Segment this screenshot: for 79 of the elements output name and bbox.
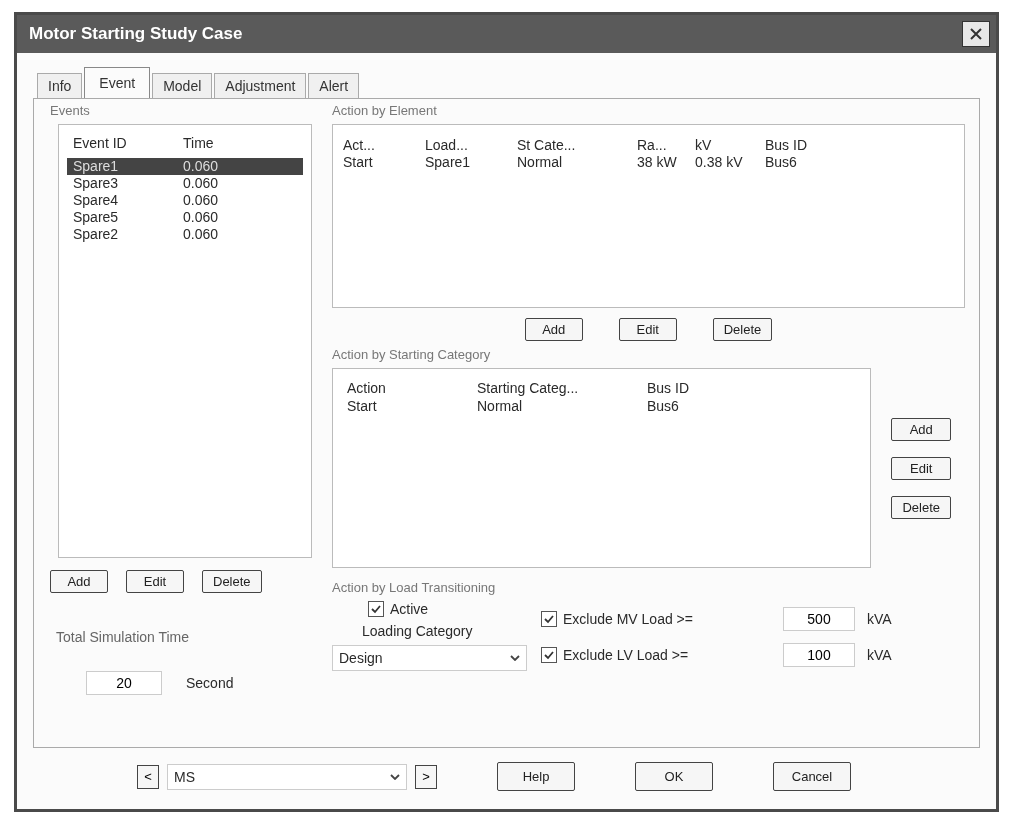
table-cell-text: Start xyxy=(343,154,374,171)
table-cell-text: Start xyxy=(347,397,378,415)
table-cell-text: Bus6 xyxy=(647,397,680,415)
add-button[interactable]: Add xyxy=(891,417,951,441)
column-header[interactable]: kV xyxy=(695,137,765,154)
checkbox[interactable] xyxy=(541,647,557,663)
column-header[interactable]: Event ID xyxy=(73,135,183,152)
simulation-time-field[interactable]: 20 xyxy=(86,671,162,695)
field-label: Total Simulation Time xyxy=(56,629,191,645)
column-header[interactable]: Starting Categ... xyxy=(477,379,647,397)
tab[interactable]: Info xyxy=(37,73,83,98)
table-cell-text: 38 kW xyxy=(637,154,678,171)
field-label: Loading Category xyxy=(361,623,474,639)
previous-button[interactable]: < xyxy=(137,764,159,789)
caret-icon xyxy=(390,773,400,780)
delete-button[interactable]: Delete xyxy=(712,318,773,341)
load-limit-field[interactable]: 500 xyxy=(783,607,855,631)
ok-button[interactable]: OK xyxy=(635,762,713,791)
column-header[interactable]: Load... xyxy=(425,137,517,154)
table-cell-text: Spare2 xyxy=(73,226,120,243)
group-label: Action by Load Transitioning xyxy=(332,580,497,595)
group-label: Action by Element xyxy=(332,103,438,118)
tab[interactable]: Alert xyxy=(308,73,360,98)
table-cell-text: Normal xyxy=(517,154,564,171)
tab[interactable]: Model xyxy=(152,73,213,98)
table-cell-text: Spare5 xyxy=(73,209,120,226)
next-button[interactable]: > xyxy=(415,764,437,789)
column-header[interactable]: Ra... xyxy=(637,137,695,154)
help-button[interactable]: Help xyxy=(497,762,575,791)
column-header[interactable]: Action xyxy=(347,379,477,397)
table-cell-text: 0.060 xyxy=(183,226,220,243)
event-row[interactable]: Spare3 0.060 xyxy=(67,175,303,192)
delete-button[interactable]: Delete xyxy=(202,570,262,593)
table-cell-text: Spare1 xyxy=(73,158,120,175)
close-icon xyxy=(969,27,983,41)
close-button[interactable] xyxy=(962,21,990,47)
edit-button[interactable]: Edit xyxy=(126,570,184,593)
add-button[interactable]: Add xyxy=(524,318,583,341)
unit-label: Second xyxy=(186,675,234,691)
column-header[interactable]: Bus ID xyxy=(647,379,737,397)
table-cell-text: Normal xyxy=(477,397,524,415)
table-cell-text: Spare1 xyxy=(425,154,472,171)
table-cell-text: 0.060 xyxy=(183,158,220,175)
unit-label: kVA xyxy=(867,611,892,627)
table-cell-text: 0.060 xyxy=(183,209,220,226)
window-title: Motor Starting Study Case xyxy=(29,24,243,44)
checkbox-label: Exclude LV Load >= xyxy=(563,647,689,663)
event-row[interactable]: Spare4 0.060 xyxy=(67,192,303,209)
group-label: Events xyxy=(50,103,91,118)
checkbox[interactable] xyxy=(541,611,557,627)
table-cell-text: 0.38 kV xyxy=(695,154,744,171)
loading-category-dropdown[interactable]: Design xyxy=(332,645,527,671)
delete-button[interactable]: Delete xyxy=(891,495,951,519)
checkbox-label: Active xyxy=(390,601,429,617)
event-row[interactable]: Spare2 0.060 xyxy=(67,226,303,243)
checkbox-label: Exclude MV Load >= xyxy=(563,611,693,627)
caret-icon xyxy=(510,655,520,661)
column-header[interactable]: Act... xyxy=(343,137,425,154)
table-cell-text: Spare3 xyxy=(73,175,120,192)
load-limit-field[interactable]: 100 xyxy=(783,643,855,667)
column-header[interactable]: Bus ID xyxy=(765,137,845,154)
column-header[interactable]: Time xyxy=(183,135,253,152)
event-row[interactable]: Spare1 0.060 xyxy=(67,158,303,175)
add-button[interactable]: Add xyxy=(50,570,108,593)
group-label: Action by Starting Category xyxy=(332,347,492,362)
column-header[interactable]: St Cate... xyxy=(517,137,637,154)
table-cell-text: Spare4 xyxy=(73,192,120,209)
table-cell-text: 0.060 xyxy=(183,175,220,192)
unit-label: kVA xyxy=(867,647,892,663)
event-row[interactable]: Spare5 0.060 xyxy=(67,209,303,226)
table-cell-text: 0.060 xyxy=(183,192,220,209)
checkbox[interactable] xyxy=(368,601,384,617)
cancel-button[interactable]: Cancel xyxy=(773,762,851,791)
tab[interactable]: Event xyxy=(84,67,151,98)
tab[interactable]: Adjustment xyxy=(214,73,307,98)
edit-button[interactable]: Edit xyxy=(891,456,951,480)
study-case-dropdown[interactable]: MS xyxy=(167,763,407,790)
edit-button[interactable]: Edit xyxy=(618,318,677,341)
table-cell-text: Bus6 xyxy=(765,154,798,171)
